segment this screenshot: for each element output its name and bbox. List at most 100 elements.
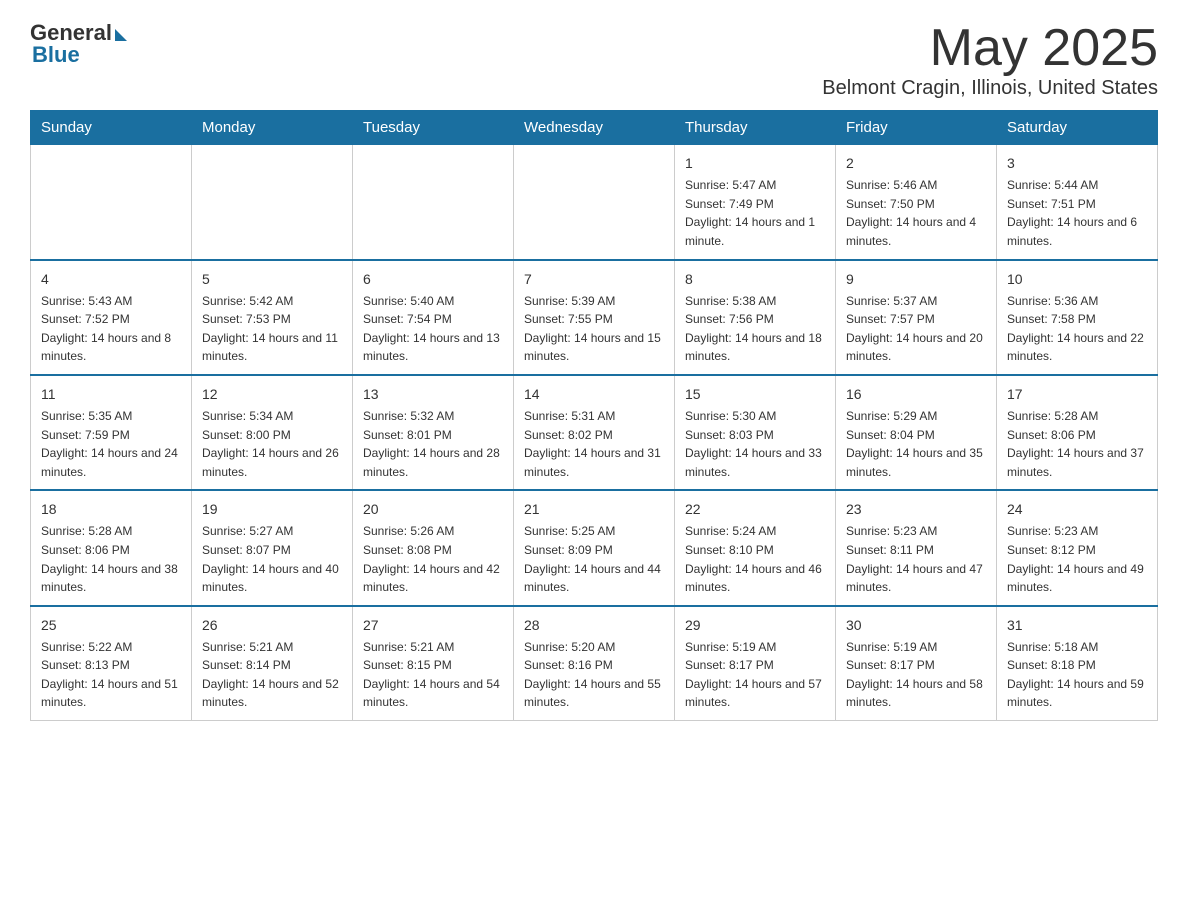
calendar-day-cell: 5Sunrise: 5:42 AM Sunset: 7:53 PM Daylig… <box>192 260 353 375</box>
day-info: Sunrise: 5:24 AM Sunset: 8:10 PM Dayligh… <box>685 522 825 596</box>
day-number: 6 <box>363 269 503 290</box>
calendar-week-row: 18Sunrise: 5:28 AM Sunset: 8:06 PM Dayli… <box>31 490 1158 605</box>
day-info: Sunrise: 5:23 AM Sunset: 8:12 PM Dayligh… <box>1007 522 1147 596</box>
day-info: Sunrise: 5:34 AM Sunset: 8:00 PM Dayligh… <box>202 407 342 481</box>
day-number: 19 <box>202 499 342 520</box>
day-number: 14 <box>524 384 664 405</box>
day-info: Sunrise: 5:19 AM Sunset: 8:17 PM Dayligh… <box>846 638 986 712</box>
day-number: 13 <box>363 384 503 405</box>
day-number: 1 <box>685 153 825 174</box>
calendar-day-header: Saturday <box>997 111 1158 145</box>
calendar-week-row: 11Sunrise: 5:35 AM Sunset: 7:59 PM Dayli… <box>31 375 1158 490</box>
day-number: 8 <box>685 269 825 290</box>
calendar-day-cell: 2Sunrise: 5:46 AM Sunset: 7:50 PM Daylig… <box>836 145 997 260</box>
calendar-day-header: Tuesday <box>353 111 514 145</box>
calendar-day-cell: 29Sunrise: 5:19 AM Sunset: 8:17 PM Dayli… <box>675 606 836 721</box>
day-number: 23 <box>846 499 986 520</box>
day-info: Sunrise: 5:40 AM Sunset: 7:54 PM Dayligh… <box>363 292 503 366</box>
day-number: 5 <box>202 269 342 290</box>
calendar-day-cell: 14Sunrise: 5:31 AM Sunset: 8:02 PM Dayli… <box>514 375 675 490</box>
month-title: May 2025 <box>822 20 1158 77</box>
day-info: Sunrise: 5:26 AM Sunset: 8:08 PM Dayligh… <box>363 522 503 596</box>
day-number: 20 <box>363 499 503 520</box>
day-number: 9 <box>846 269 986 290</box>
calendar-day-cell: 7Sunrise: 5:39 AM Sunset: 7:55 PM Daylig… <box>514 260 675 375</box>
day-number: 24 <box>1007 499 1147 520</box>
calendar-day-header: Friday <box>836 111 997 145</box>
calendar-day-cell <box>31 145 192 260</box>
day-info: Sunrise: 5:39 AM Sunset: 7:55 PM Dayligh… <box>524 292 664 366</box>
calendar-day-cell: 31Sunrise: 5:18 AM Sunset: 8:18 PM Dayli… <box>997 606 1158 721</box>
day-info: Sunrise: 5:36 AM Sunset: 7:58 PM Dayligh… <box>1007 292 1147 366</box>
day-info: Sunrise: 5:47 AM Sunset: 7:49 PM Dayligh… <box>685 176 825 250</box>
day-number: 25 <box>41 615 181 636</box>
page-header: General Blue May 2025 Belmont Cragin, Il… <box>30 20 1158 100</box>
logo-arrow-icon <box>115 29 127 41</box>
day-number: 30 <box>846 615 986 636</box>
day-number: 10 <box>1007 269 1147 290</box>
day-number: 18 <box>41 499 181 520</box>
day-number: 16 <box>846 384 986 405</box>
calendar-day-header: Thursday <box>675 111 836 145</box>
location-title: Belmont Cragin, Illinois, United States <box>822 77 1158 100</box>
calendar-day-cell: 10Sunrise: 5:36 AM Sunset: 7:58 PM Dayli… <box>997 260 1158 375</box>
calendar-day-cell: 15Sunrise: 5:30 AM Sunset: 8:03 PM Dayli… <box>675 375 836 490</box>
day-number: 17 <box>1007 384 1147 405</box>
day-info: Sunrise: 5:25 AM Sunset: 8:09 PM Dayligh… <box>524 522 664 596</box>
calendar-day-cell: 1Sunrise: 5:47 AM Sunset: 7:49 PM Daylig… <box>675 145 836 260</box>
calendar-day-header: Sunday <box>31 111 192 145</box>
calendar-header-row: SundayMondayTuesdayWednesdayThursdayFrid… <box>31 111 1158 145</box>
day-info: Sunrise: 5:37 AM Sunset: 7:57 PM Dayligh… <box>846 292 986 366</box>
day-number: 4 <box>41 269 181 290</box>
calendar-table: SundayMondayTuesdayWednesdayThursdayFrid… <box>30 110 1158 721</box>
day-info: Sunrise: 5:38 AM Sunset: 7:56 PM Dayligh… <box>685 292 825 366</box>
calendar-day-cell: 9Sunrise: 5:37 AM Sunset: 7:57 PM Daylig… <box>836 260 997 375</box>
day-number: 15 <box>685 384 825 405</box>
day-number: 21 <box>524 499 664 520</box>
day-number: 7 <box>524 269 664 290</box>
calendar-week-row: 1Sunrise: 5:47 AM Sunset: 7:49 PM Daylig… <box>31 145 1158 260</box>
day-number: 3 <box>1007 153 1147 174</box>
calendar-day-cell <box>514 145 675 260</box>
day-info: Sunrise: 5:35 AM Sunset: 7:59 PM Dayligh… <box>41 407 181 481</box>
day-info: Sunrise: 5:44 AM Sunset: 7:51 PM Dayligh… <box>1007 176 1147 250</box>
calendar-day-cell: 16Sunrise: 5:29 AM Sunset: 8:04 PM Dayli… <box>836 375 997 490</box>
day-info: Sunrise: 5:30 AM Sunset: 8:03 PM Dayligh… <box>685 407 825 481</box>
day-info: Sunrise: 5:31 AM Sunset: 8:02 PM Dayligh… <box>524 407 664 481</box>
day-info: Sunrise: 5:46 AM Sunset: 7:50 PM Dayligh… <box>846 176 986 250</box>
calendar-day-cell: 23Sunrise: 5:23 AM Sunset: 8:11 PM Dayli… <box>836 490 997 605</box>
day-info: Sunrise: 5:23 AM Sunset: 8:11 PM Dayligh… <box>846 522 986 596</box>
day-number: 27 <box>363 615 503 636</box>
day-info: Sunrise: 5:28 AM Sunset: 8:06 PM Dayligh… <box>41 522 181 596</box>
day-info: Sunrise: 5:20 AM Sunset: 8:16 PM Dayligh… <box>524 638 664 712</box>
day-info: Sunrise: 5:32 AM Sunset: 8:01 PM Dayligh… <box>363 407 503 481</box>
calendar-day-cell: 27Sunrise: 5:21 AM Sunset: 8:15 PM Dayli… <box>353 606 514 721</box>
calendar-day-cell: 19Sunrise: 5:27 AM Sunset: 8:07 PM Dayli… <box>192 490 353 605</box>
day-info: Sunrise: 5:29 AM Sunset: 8:04 PM Dayligh… <box>846 407 986 481</box>
day-number: 2 <box>846 153 986 174</box>
calendar-day-cell: 25Sunrise: 5:22 AM Sunset: 8:13 PM Dayli… <box>31 606 192 721</box>
day-info: Sunrise: 5:21 AM Sunset: 8:14 PM Dayligh… <box>202 638 342 712</box>
calendar-day-cell: 24Sunrise: 5:23 AM Sunset: 8:12 PM Dayli… <box>997 490 1158 605</box>
calendar-week-row: 4Sunrise: 5:43 AM Sunset: 7:52 PM Daylig… <box>31 260 1158 375</box>
day-info: Sunrise: 5:28 AM Sunset: 8:06 PM Dayligh… <box>1007 407 1147 481</box>
day-number: 11 <box>41 384 181 405</box>
logo: General Blue <box>30 20 127 68</box>
title-section: May 2025 Belmont Cragin, Illinois, Unite… <box>822 20 1158 100</box>
calendar-day-header: Wednesday <box>514 111 675 145</box>
calendar-day-cell: 22Sunrise: 5:24 AM Sunset: 8:10 PM Dayli… <box>675 490 836 605</box>
calendar-day-cell: 20Sunrise: 5:26 AM Sunset: 8:08 PM Dayli… <box>353 490 514 605</box>
day-info: Sunrise: 5:21 AM Sunset: 8:15 PM Dayligh… <box>363 638 503 712</box>
calendar-day-cell: 4Sunrise: 5:43 AM Sunset: 7:52 PM Daylig… <box>31 260 192 375</box>
calendar-day-cell: 30Sunrise: 5:19 AM Sunset: 8:17 PM Dayli… <box>836 606 997 721</box>
calendar-week-row: 25Sunrise: 5:22 AM Sunset: 8:13 PM Dayli… <box>31 606 1158 721</box>
day-number: 22 <box>685 499 825 520</box>
calendar-day-cell: 28Sunrise: 5:20 AM Sunset: 8:16 PM Dayli… <box>514 606 675 721</box>
calendar-day-cell: 17Sunrise: 5:28 AM Sunset: 8:06 PM Dayli… <box>997 375 1158 490</box>
calendar-day-cell: 3Sunrise: 5:44 AM Sunset: 7:51 PM Daylig… <box>997 145 1158 260</box>
day-info: Sunrise: 5:22 AM Sunset: 8:13 PM Dayligh… <box>41 638 181 712</box>
calendar-day-cell: 26Sunrise: 5:21 AM Sunset: 8:14 PM Dayli… <box>192 606 353 721</box>
calendar-day-cell: 8Sunrise: 5:38 AM Sunset: 7:56 PM Daylig… <box>675 260 836 375</box>
day-number: 28 <box>524 615 664 636</box>
calendar-day-cell: 18Sunrise: 5:28 AM Sunset: 8:06 PM Dayli… <box>31 490 192 605</box>
